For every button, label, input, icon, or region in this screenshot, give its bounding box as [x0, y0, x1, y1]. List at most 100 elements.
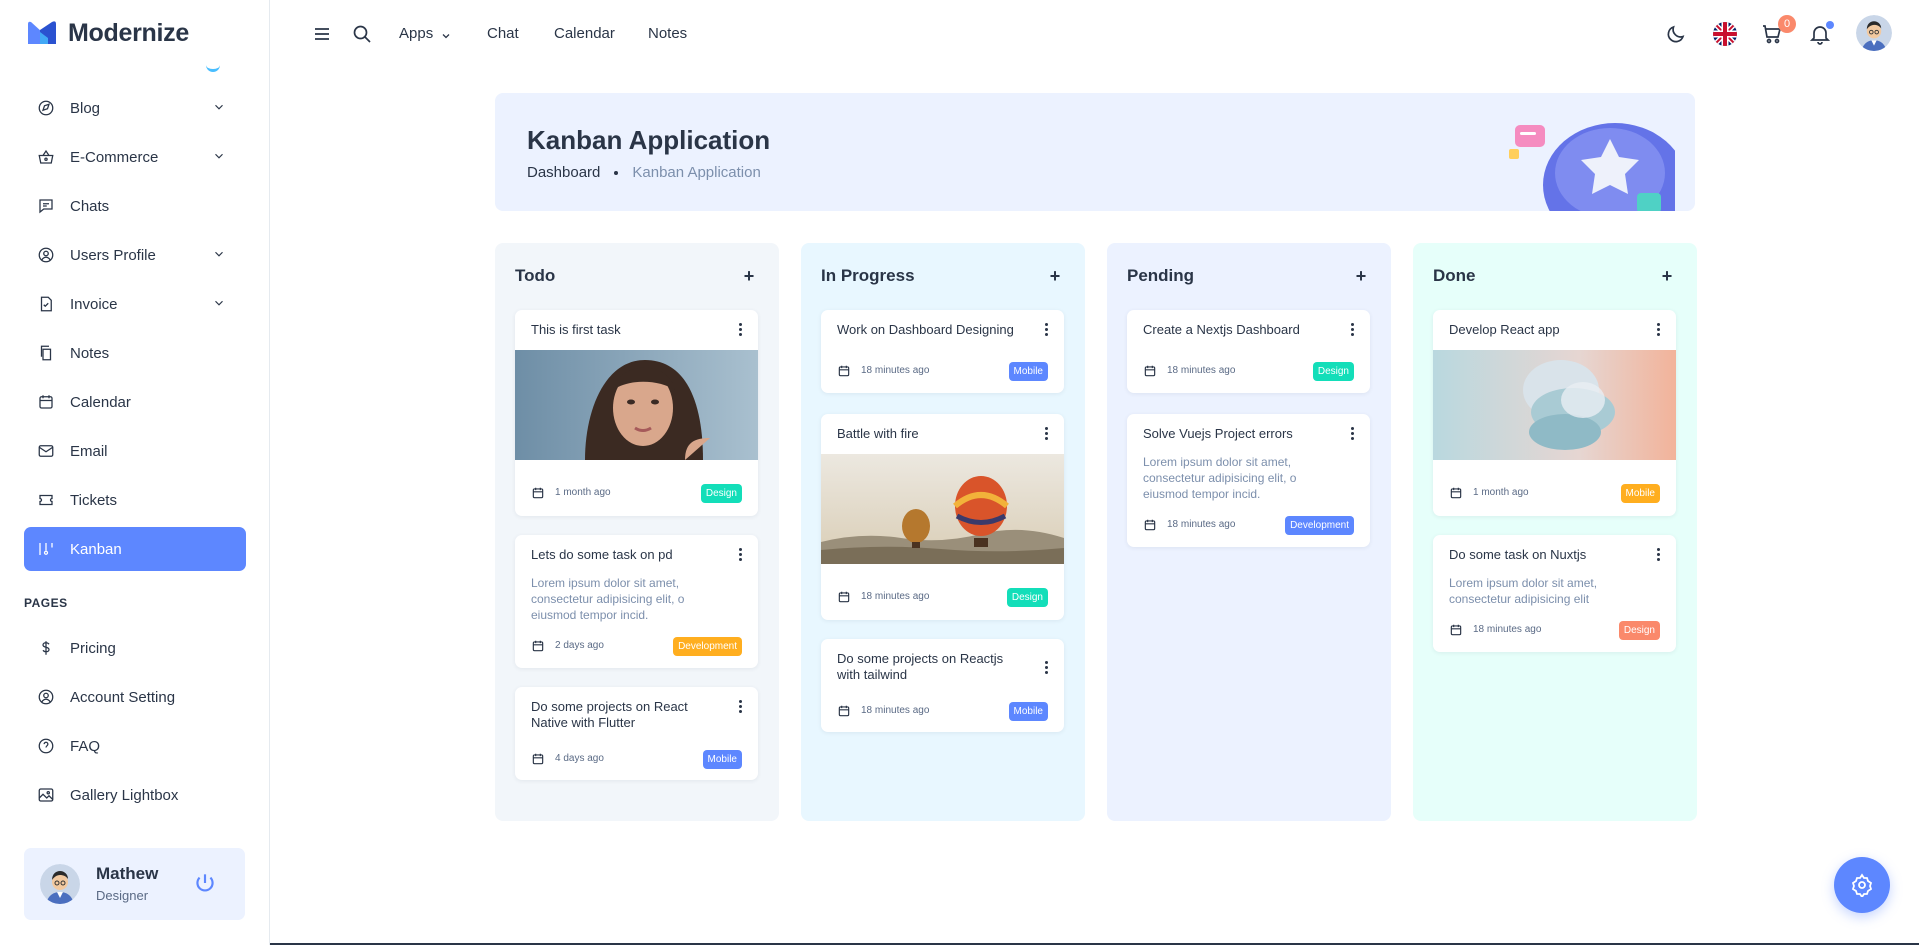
topbar: Apps Chat Calendar Notes 0	[270, 0, 1919, 70]
profile-name: Mathew	[96, 864, 159, 883]
kanban-icon	[36, 539, 56, 559]
task-time: 18 minutes ago	[861, 365, 930, 376]
task-time: 18 minutes ago	[861, 705, 930, 716]
task-time: 18 minutes ago	[1473, 624, 1542, 635]
more-vertical-icon[interactable]	[1350, 323, 1356, 337]
star-illustration-icon	[1509, 123, 1675, 211]
task-card[interactable]: Do some projects on Reactjs with tailwin…	[821, 639, 1064, 732]
page-header-banner: Kanban Application Dashboard Kanban Appl…	[495, 93, 1695, 211]
chevron-down-icon	[215, 251, 223, 257]
task-time: 1 month ago	[555, 487, 611, 498]
task-card[interactable]: Develop React app 1 month ago Mobile	[1433, 310, 1676, 516]
add-task-button[interactable]: +	[1351, 266, 1371, 286]
more-vertical-icon[interactable]	[738, 548, 744, 562]
sidebar-item-blog[interactable]: Blog	[24, 86, 246, 130]
kanban-column-done: Done + Develop React app 1 month ago Mob…	[1413, 243, 1697, 821]
task-card[interactable]: Solve Vuejs Project errors Lorem ipsum d…	[1127, 414, 1370, 547]
more-vertical-icon[interactable]	[1044, 427, 1050, 441]
scroll-indicator	[206, 62, 220, 72]
task-image	[515, 350, 758, 460]
more-vertical-icon[interactable]	[1044, 323, 1050, 337]
sidebar-item-gallery-lightbox[interactable]: Gallery Lightbox	[24, 773, 246, 817]
task-footer: 1 month ago Design	[531, 483, 742, 503]
sidebar-item-ecommerce[interactable]: E-Commerce	[24, 135, 246, 179]
moon-icon[interactable]	[1664, 22, 1688, 46]
app-name: Modernize	[68, 18, 189, 47]
sidebar-item-label: Calendar	[70, 393, 131, 411]
search-icon[interactable]	[350, 22, 374, 46]
nav-link-apps[interactable]: Apps	[399, 25, 433, 42]
sidebar-item-email[interactable]: Email	[24, 429, 246, 473]
add-task-button[interactable]: +	[1045, 266, 1065, 286]
task-footer: 18 minutes ago Development	[1143, 515, 1354, 535]
more-vertical-icon[interactable]	[738, 700, 744, 714]
sidebar-item-invoice[interactable]: Invoice	[24, 282, 246, 326]
more-vertical-icon[interactable]	[738, 323, 744, 337]
task-title: Battle with fire	[837, 426, 919, 441]
sidebar-item-notes[interactable]: Notes	[24, 331, 246, 375]
sidebar-item-label: Kanban	[70, 540, 122, 558]
column-title: Done	[1433, 266, 1476, 285]
task-time: 4 days ago	[555, 753, 604, 764]
nav-link-chat[interactable]: Chat	[487, 25, 519, 42]
task-footer: 18 minutes ago Design	[837, 587, 1048, 607]
task-title: Do some projects on React Native with Fl…	[531, 699, 688, 730]
task-card[interactable]: Do some task on Nuxtjs Lorem ipsum dolor…	[1433, 535, 1676, 652]
task-time: 18 minutes ago	[1167, 365, 1236, 376]
task-image	[821, 454, 1064, 564]
more-vertical-icon[interactable]	[1656, 548, 1662, 562]
calendar-icon	[838, 705, 850, 717]
kanban-column-pending: Pending + Create a Nextjs Dashboard 18 m…	[1107, 243, 1391, 821]
task-footer: 1 month ago Mobile	[1449, 483, 1660, 503]
user-circle-icon	[36, 245, 56, 265]
sidebar-item-pricing[interactable]: Pricing	[24, 626, 246, 670]
task-title: Develop React app	[1449, 322, 1560, 337]
sidebar-item-account-setting[interactable]: Account Setting	[24, 675, 246, 719]
avatar[interactable]	[40, 864, 80, 904]
add-task-button[interactable]: +	[1657, 266, 1677, 286]
avatar[interactable]	[1856, 15, 1892, 51]
sidebar-item-kanban[interactable]: Kanban	[24, 527, 246, 571]
notification-dot	[1826, 21, 1834, 29]
column-title: In Progress	[821, 266, 915, 285]
sidebar-item-chats[interactable]: Chats	[24, 184, 246, 228]
sidebar-item-label: Users Profile	[70, 246, 156, 264]
nav-link-notes[interactable]: Notes	[648, 25, 687, 42]
task-footer: 2 days ago Development	[531, 636, 742, 656]
page-title: Kanban Application	[527, 125, 771, 155]
task-card[interactable]: Work on Dashboard Designing 18 minutes a…	[821, 310, 1064, 393]
settings-button[interactable]	[1834, 857, 1890, 913]
logo[interactable]: Modernize	[26, 18, 189, 48]
sidebar-item-calendar[interactable]: Calendar	[24, 380, 246, 424]
cart-count-badge: 0	[1778, 15, 1796, 33]
task-card[interactable]: Battle with fire 18 minutes ago Design	[821, 414, 1064, 620]
task-footer: 18 minutes ago Mobile	[837, 361, 1048, 381]
blog-icon	[36, 98, 56, 118]
sidebar-item-tickets[interactable]: Tickets	[24, 478, 246, 522]
task-tag: Development	[673, 637, 742, 656]
power-icon[interactable]	[192, 870, 218, 896]
sidebar-item-faq[interactable]: FAQ	[24, 724, 246, 768]
basket-icon	[36, 147, 56, 167]
chevron-down-icon	[215, 153, 223, 159]
menu-icon[interactable]	[310, 22, 334, 46]
kanban-column-todo: Todo + This is first task 1 month ago De…	[495, 243, 779, 821]
calendar-icon	[838, 365, 850, 377]
add-task-button[interactable]: +	[739, 266, 759, 286]
more-vertical-icon[interactable]	[1350, 427, 1356, 441]
sidebar-item-users-profile[interactable]: Users Profile	[24, 233, 246, 277]
calendar-icon	[532, 640, 544, 652]
task-tag: Mobile	[1008, 702, 1048, 721]
nav-link-calendar[interactable]: Calendar	[554, 25, 615, 42]
task-time: 18 minutes ago	[1167, 519, 1236, 530]
task-card[interactable]: This is first task 1 month ago Design	[515, 310, 758, 516]
breadcrumb-home[interactable]: Dashboard	[527, 164, 600, 181]
more-vertical-icon[interactable]	[1656, 323, 1662, 337]
task-card[interactable]: Create a Nextjs Dashboard 18 minutes ago…	[1127, 310, 1370, 393]
column-title: Pending	[1127, 266, 1195, 285]
sidebar-item-label: FAQ	[70, 737, 101, 755]
more-vertical-icon[interactable]	[1044, 661, 1050, 675]
uk-flag-icon[interactable]	[1712, 21, 1738, 47]
task-card[interactable]: Lets do some task on pd Lorem ipsum dolo…	[515, 535, 758, 668]
task-card[interactable]: Do some projects on React Native with Fl…	[515, 687, 758, 780]
